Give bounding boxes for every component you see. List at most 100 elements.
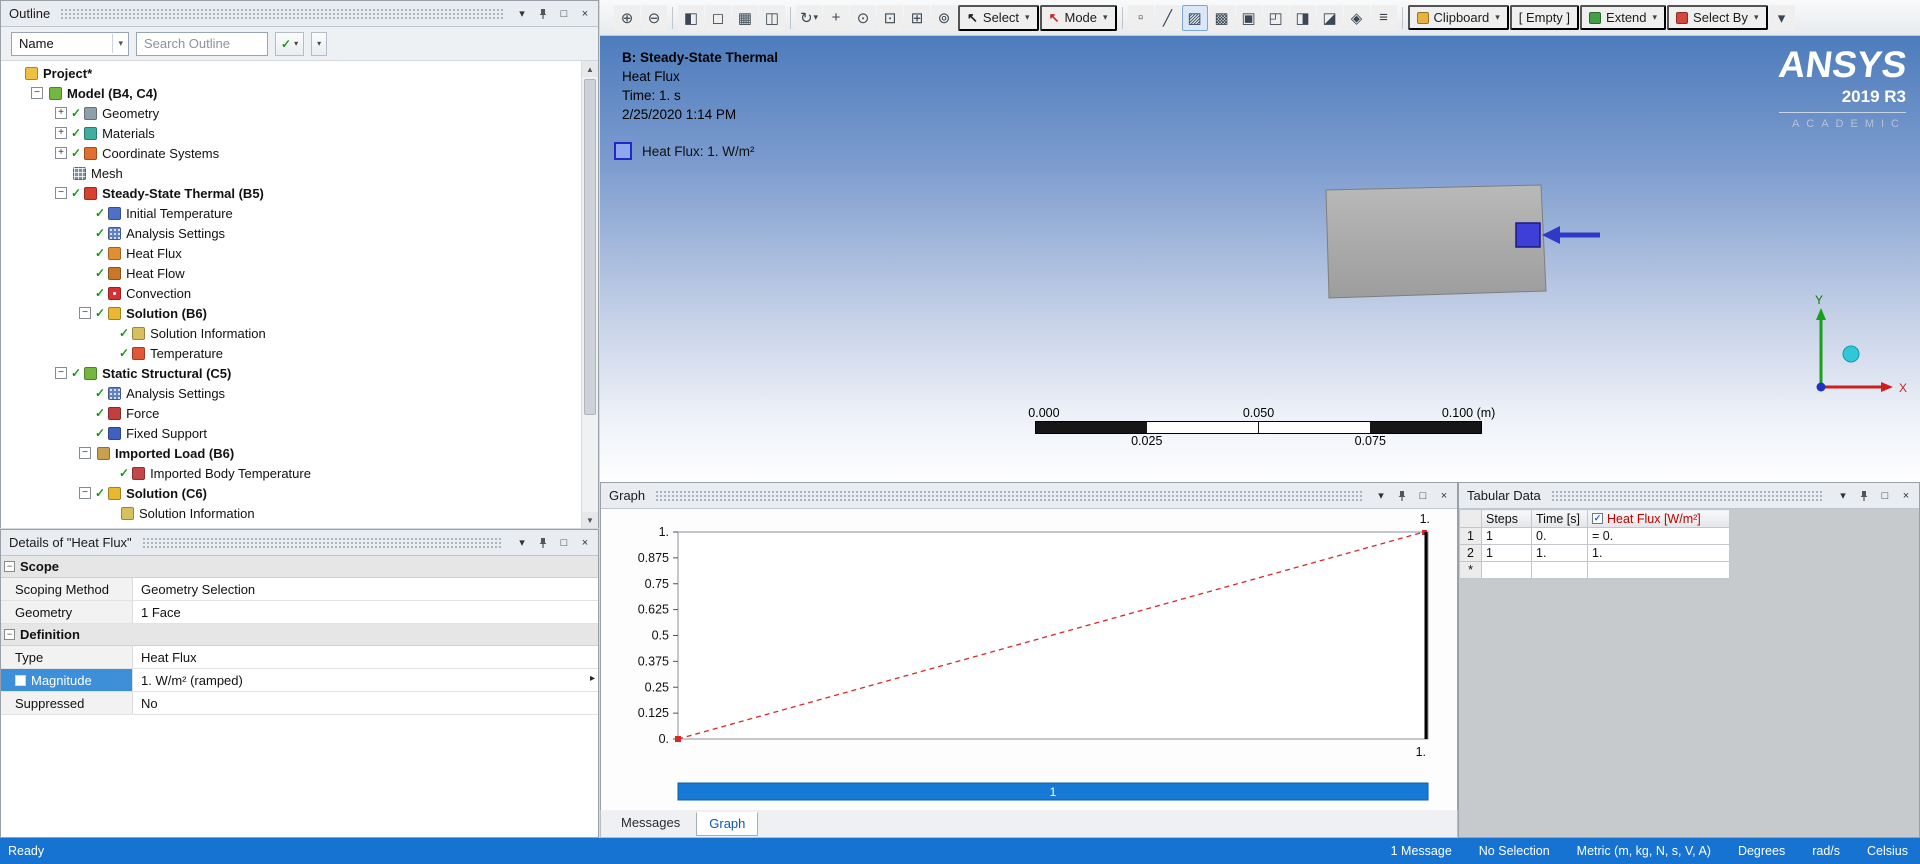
heat-flux-face-marker[interactable]: [1515, 222, 1541, 248]
zoom-to-fit-icon[interactable]: ⊞: [904, 4, 930, 31]
body-filter-icon[interactable]: ▩: [1208, 4, 1235, 31]
pin-button[interactable]: [1393, 487, 1411, 505]
tree-item-solution-b6[interactable]: − ✓ Solution (B6): [1, 303, 581, 323]
outline-titlebar[interactable]: Outline ▾ □ ×: [1, 1, 598, 27]
column-header-time-s[interactable]: Time [s]: [1531, 509, 1588, 528]
checkbox-icon[interactable]: ✓: [1592, 513, 1603, 524]
maximize-button[interactable]: □: [555, 534, 573, 552]
scroll-up-icon[interactable]: ▲: [582, 61, 598, 77]
status-temperature-unit[interactable]: Celsius: [1867, 844, 1908, 858]
tree-item-convection[interactable]: ✓ Convection: [1, 283, 581, 303]
property-value[interactable]: 1. W/m² (ramped) ▸: [133, 669, 598, 691]
flux-cell[interactable]: = 0.: [1587, 527, 1730, 545]
flood-select-icon[interactable]: ◪: [1316, 4, 1343, 31]
filter-apply-button[interactable]: ✓ ▾: [275, 31, 305, 56]
property-value[interactable]: Geometry Selection: [133, 578, 598, 600]
details-titlebar[interactable]: Details of "Heat Flux" ▾ □ ×: [1, 530, 598, 556]
expand-collapse-button[interactable]: ▾: [311, 31, 328, 56]
collapse-icon[interactable]: −: [79, 307, 91, 319]
coordinate-triad[interactable]: Y X: [1785, 294, 1920, 409]
box-zoom-icon[interactable]: ⊡: [877, 4, 903, 31]
tab-messages[interactable]: Messages: [609, 812, 692, 834]
tree-item-project[interactable]: Project*: [1, 63, 581, 83]
expand-icon[interactable]: +: [55, 107, 67, 119]
mode-menu[interactable]: ↖ Mode ▾: [1039, 4, 1117, 31]
tree-item-initial-temperature[interactable]: ✓ Initial Temperature: [1, 203, 581, 223]
name-filter-combobox[interactable]: Name ▾: [11, 31, 129, 56]
steps-cell[interactable]: 1: [1481, 527, 1532, 545]
status-selection[interactable]: No Selection: [1479, 844, 1550, 858]
search-outline-input[interactable]: [136, 31, 268, 56]
tree-item-imported-body-temperature[interactable]: ✓ Imported Body Temperature: [1, 463, 581, 483]
tree-item-geometry[interactable]: + ✓ Geometry: [1, 103, 581, 123]
column-header-steps[interactable]: Steps: [1481, 509, 1532, 528]
status-angle-unit[interactable]: Degrees: [1738, 844, 1785, 858]
tree-item-temperature[interactable]: ✓ Temperature: [1, 343, 581, 363]
property-value[interactable]: Heat Flux: [133, 646, 598, 668]
tree-item-heat-flow[interactable]: ✓ Heat Flow: [1, 263, 581, 283]
tree-item-heat-flux[interactable]: ✓ Heat Flux: [1, 243, 581, 263]
coordinates-icon[interactable]: ◈: [1343, 4, 1370, 31]
vertex-filter-icon[interactable]: ▫: [1127, 4, 1154, 31]
zoom-out-icon[interactable]: ⊖: [641, 4, 667, 31]
magnifier-window-icon[interactable]: ⊚: [931, 4, 957, 31]
checkbox-icon[interactable]: [15, 674, 26, 686]
single-select-icon[interactable]: ▣: [1235, 4, 1262, 31]
select-by-menu[interactable]: Select By ▾: [1667, 5, 1768, 30]
section-plane-icon[interactable]: ◫: [759, 4, 785, 31]
pin-button[interactable]: [534, 5, 552, 23]
collapse-icon[interactable]: −: [4, 561, 15, 572]
collapse-icon[interactable]: −: [79, 487, 91, 499]
tree-item-fixed-support[interactable]: ✓ Fixed Support: [1, 423, 581, 443]
tree-item-materials[interactable]: + ✓ Materials: [1, 123, 581, 143]
edge-filter-icon[interactable]: ╱: [1154, 4, 1181, 31]
shaded-view-icon[interactable]: ◧: [678, 4, 704, 31]
close-button[interactable]: ×: [576, 5, 594, 23]
time-cell[interactable]: [1531, 561, 1588, 579]
status-message-count[interactable]: 1 Message: [1391, 844, 1452, 858]
panel-menu-button[interactable]: ▾: [1834, 487, 1852, 505]
clipboard-menu[interactable]: Clipboard ▾: [1407, 5, 1509, 30]
status-units[interactable]: Metric (m, kg, N, s, V, A): [1577, 844, 1711, 858]
steps-cell[interactable]: [1481, 561, 1532, 579]
tabular-titlebar[interactable]: Tabular Data ▾ □ ×: [1459, 483, 1919, 509]
graph-titlebar[interactable]: Graph ▾ □ ×: [601, 483, 1457, 509]
close-button[interactable]: ×: [1435, 487, 1453, 505]
plate-body[interactable]: [1325, 184, 1547, 299]
show-mesh-icon[interactable]: ▦: [732, 4, 758, 31]
adjacent-select-icon[interactable]: ◨: [1289, 4, 1316, 31]
select-menu[interactable]: ↖ Select ▾: [958, 4, 1039, 31]
maximize-button[interactable]: □: [1876, 487, 1894, 505]
extend-menu[interactable]: Extend ▾: [1580, 5, 1667, 30]
box-select-icon[interactable]: ◰: [1262, 4, 1289, 31]
panel-menu-button[interactable]: ▾: [1372, 487, 1390, 505]
tree-item-coordinate-systems[interactable]: + ✓ Coordinate Systems: [1, 143, 581, 163]
toolbar-options-icon[interactable]: ▾: [1768, 4, 1795, 31]
property-value[interactable]: 1 Face: [133, 601, 598, 623]
clipboard-state[interactable]: [ Empty ]: [1509, 5, 1580, 30]
expand-icon[interactable]: +: [55, 147, 67, 159]
graph-chart[interactable]: 1. 0.875 0.75 0.625 0.5 0.375 0.25 0.125 0. 1. 1. 1: [601, 509, 1457, 811]
close-button[interactable]: ×: [1897, 487, 1915, 505]
rotate-icon[interactable]: ↻ ▾: [796, 4, 822, 31]
tree-item-solution-information[interactable]: Solution Information: [1, 503, 581, 523]
zoom-in-icon[interactable]: ⊕: [614, 4, 640, 31]
tree-item-model-b4-c4[interactable]: − Model (B4, C4): [1, 83, 581, 103]
tree-item-analysis-settings[interactable]: ✓ Analysis Settings: [1, 223, 581, 243]
panel-menu-button[interactable]: ▾: [513, 534, 531, 552]
tab-graph[interactable]: Graph: [696, 812, 759, 836]
tree-item-analysis-settings[interactable]: ✓ Analysis Settings: [1, 383, 581, 403]
wireframe-view-icon[interactable]: ◻: [705, 4, 731, 31]
outline-scrollbar[interactable]: ▲ ▼: [581, 61, 598, 528]
collapse-icon[interactable]: −: [55, 187, 67, 199]
tree-item-imported-load-b6[interactable]: − Imported Load (B6): [1, 443, 581, 463]
maximize-button[interactable]: □: [1414, 487, 1432, 505]
close-button[interactable]: ×: [576, 534, 594, 552]
zoom-mode-icon[interactable]: ⊙: [850, 4, 876, 31]
collapse-icon[interactable]: −: [79, 447, 91, 459]
tree-item-static-structural-c5[interactable]: − ✓ Static Structural (C5): [1, 363, 581, 383]
maximize-button[interactable]: □: [555, 5, 573, 23]
status-angular-velocity-unit[interactable]: rad/s: [1812, 844, 1840, 858]
scrollbar-thumb[interactable]: [584, 79, 596, 416]
scroll-down-icon[interactable]: ▼: [582, 512, 598, 528]
